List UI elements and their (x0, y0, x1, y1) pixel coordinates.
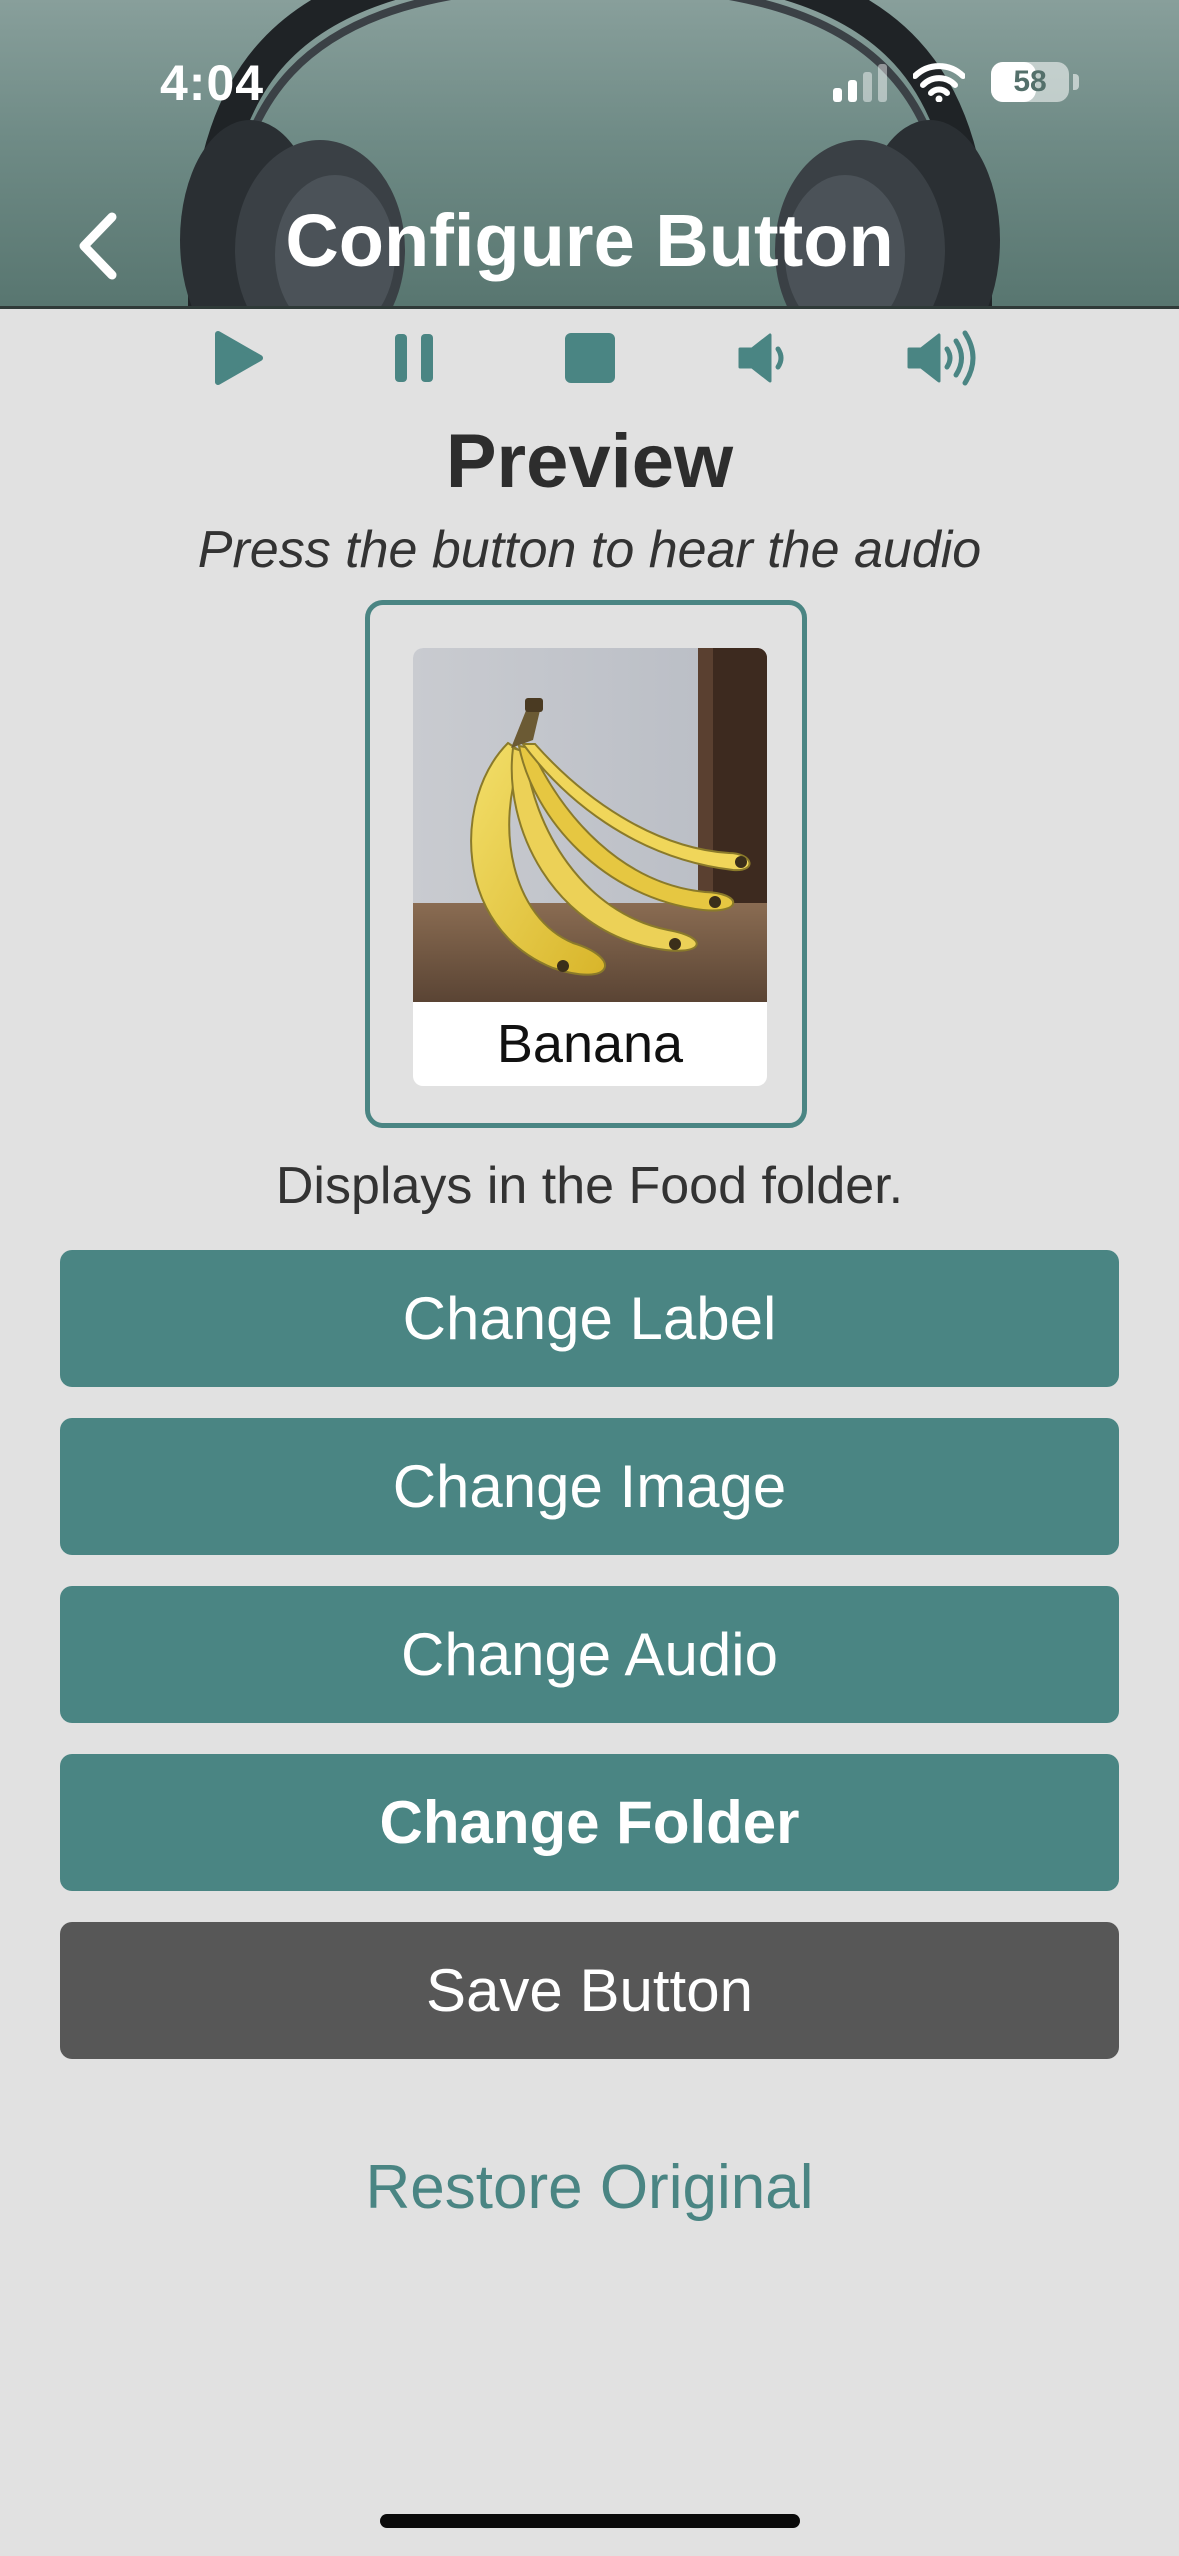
app-header: 4:04 58 Configure Button (0, 0, 1179, 309)
banana-image (413, 648, 767, 1002)
save-button[interactable]: Save Button (60, 1922, 1119, 2059)
preview-subtitle: Press the button to hear the audio (197, 521, 982, 579)
signal-icon (833, 62, 887, 102)
volume-down-button[interactable] (726, 318, 806, 398)
pause-button[interactable] (374, 318, 454, 398)
play-button[interactable] (198, 318, 278, 398)
change-label-button[interactable]: Change Label (60, 1250, 1119, 1387)
volume-up-button[interactable] (902, 318, 982, 398)
status-time: 4:04 (160, 55, 265, 111)
pause-icon (395, 334, 433, 382)
preview-card-button[interactable]: Banana (413, 648, 767, 1086)
stop-button[interactable] (550, 318, 630, 398)
wifi-icon (913, 63, 965, 102)
play-icon (215, 331, 263, 385)
folder-note: Displays in the Food folder. (275, 1157, 904, 1215)
battery-body: 58 (991, 62, 1069, 102)
audio-controls (0, 318, 1179, 398)
preview-card-label: Banana (496, 1014, 684, 1074)
change-image-button[interactable]: Change Image (60, 1418, 1119, 1555)
change-folder-button[interactable]: Change Folder (60, 1754, 1119, 1891)
restore-original-link[interactable]: Restore Original (0, 2152, 1179, 2223)
page-title: Configure Button (285, 199, 894, 282)
stop-icon (565, 333, 615, 383)
battery-percent: 58 (1013, 65, 1047, 98)
home-indicator[interactable] (380, 2514, 800, 2528)
battery-tip (1073, 74, 1079, 90)
status-icons: 58 (833, 62, 1079, 102)
volume-low-icon (738, 333, 784, 383)
volume-high-icon (907, 330, 976, 386)
preview-heading: Preview (445, 419, 734, 504)
change-audio-button[interactable]: Change Audio (60, 1586, 1119, 1723)
battery-icon: 58 (991, 62, 1079, 102)
